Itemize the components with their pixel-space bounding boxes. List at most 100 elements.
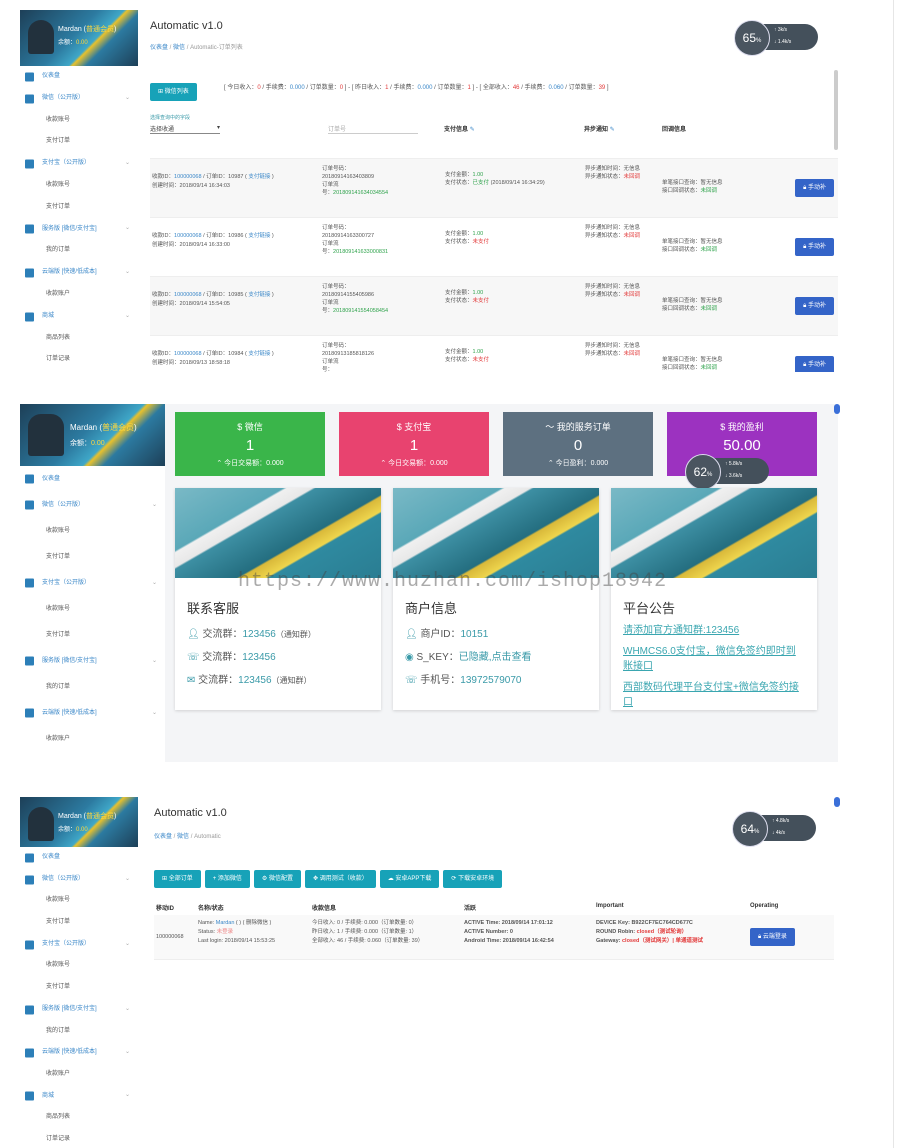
sidebar-item[interactable]: 云端版 [快速/低成本] ⌄	[20, 1042, 138, 1064]
chevron-down-icon: ⌄	[151, 658, 157, 664]
manual-fill-button[interactable]: 🔒︎ 手动补	[795, 297, 834, 315]
dashboard-icon	[25, 474, 34, 484]
sidebar-item[interactable]: 我的订单	[20, 1021, 138, 1043]
toolbar-button[interactable]: ⊞ 全部订单	[154, 870, 201, 888]
col-callback-header: 回调信息	[662, 127, 687, 133]
sidebar-item[interactable]: 支付订单	[20, 197, 138, 219]
sidebar-item-label: 收款账号	[46, 962, 71, 969]
cart-icon	[25, 312, 34, 322]
sidebar-item[interactable]: 我的订单	[20, 240, 138, 262]
sidebar-item[interactable]: 收款账号	[20, 518, 165, 544]
sidebar-item[interactable]: 支付宝（公开版） ⌄	[20, 570, 165, 596]
field-select[interactable]: 选择收通 ▾	[150, 124, 220, 134]
sidebar-item[interactable]: 服务版 [微信/支付宝] ⌄	[20, 999, 138, 1021]
merchant-line: 👤︎ 商户ID：10151	[405, 629, 489, 640]
announcement-link[interactable]: 请添加官方通知群:123456	[611, 617, 817, 638]
sidebar-item[interactable]: 收款账户	[20, 284, 138, 306]
sidebar-item[interactable]: 支付订单	[20, 912, 138, 934]
grid-icon: ⊞	[158, 89, 164, 95]
breadcrumb-wechat[interactable]: 微信	[177, 834, 189, 840]
scrollbar[interactable]	[834, 70, 838, 150]
sidebar-item[interactable]: 仪表盘	[20, 847, 138, 869]
sidebar-item[interactable]: 服务版 [微信/支付宝] ⌄	[20, 648, 165, 674]
sidebar-item[interactable]: 收款账户	[20, 726, 165, 752]
table-row: 收款ID：100000068 / 订单ID：10987 ( 支付链接 ) 创建时间…	[150, 158, 838, 217]
sidebar-item-label: 订单记录	[46, 1135, 71, 1142]
sidebar-item[interactable]: 支付订单	[20, 544, 165, 570]
sidebar-item-label: 仪表盘	[42, 854, 61, 860]
sidebar-item-label: 服务版 [微信/支付宝]	[42, 1005, 97, 1012]
sidebar-item-label: 支付订单	[46, 203, 71, 210]
sidebar-item[interactable]: 云端版 [快速/低成本] ⌄	[20, 262, 138, 284]
phone-icon: ☏	[187, 652, 200, 663]
order-list-screenshot: Mardan (普通会员) 余额：0.00 仪表盘 微信（公开版） ⌄ 收款账号 支付订…	[20, 10, 838, 372]
announcement-link[interactable]: 西部数码代理平台支付宝+微信免签约接口	[611, 674, 817, 710]
sidebar: Mardan (普通会员) 余额：0.00 仪表盘 微信（公开版） ⌄ 收款账号 支付订…	[20, 10, 139, 372]
pay-link[interactable]: 支付链接	[248, 233, 270, 239]
announcement-link[interactable]: WHMCS6.0支付宝，微信免签约即时到账接口	[611, 638, 817, 674]
pay-link[interactable]: 支付链接	[248, 292, 270, 298]
sidebar-item[interactable]: 支付订单	[20, 131, 138, 153]
dashboard-icon	[25, 853, 34, 863]
sidebar-item[interactable]: 收款账号	[20, 110, 138, 132]
toolbar-button[interactable]: ⚙ 微信配置	[253, 870, 301, 888]
sidebar-item[interactable]: 商品列表	[20, 328, 138, 350]
table-row: 100000068 Name: Mardan ( ) ( 删除微信 ) Stat…	[154, 915, 834, 960]
merchant-line[interactable]: ◉ S_KEY：已隐藏,点击查看	[393, 640, 599, 663]
sidebar-item[interactable]: 支付宝（公开版） ⌄	[20, 934, 138, 956]
col-important: Important	[596, 903, 624, 909]
sidebar-item[interactable]: 收款账号	[20, 175, 138, 197]
sidebar-item[interactable]: 收款账号	[20, 596, 165, 622]
sidebar-item[interactable]: 仪表盘	[20, 66, 138, 88]
sidebar-item[interactable]: 服务版 [微信/支付宝] ⌄	[20, 219, 138, 241]
income-stats: [ 今日收入：0 / 手续费：0.000 / 订单数量：0 ] - [ 昨日收入…	[224, 85, 609, 91]
sidebar-item[interactable]: 支付宝（公开版） ⌄	[20, 153, 138, 175]
stat-tile[interactable]: $ 微信 1 ⌃ 今日交易额：0.000	[175, 412, 325, 476]
sidebar-item[interactable]: 订单记录	[20, 1129, 138, 1148]
toolbar-button[interactable]: ☁ 安卓APP下载	[379, 870, 440, 888]
sidebar-item[interactable]: 订单记录	[20, 349, 138, 371]
sidebar-item[interactable]: 我的订单	[20, 674, 165, 700]
order-no-input[interactable]: 订单号	[328, 124, 418, 134]
sidebar-item-label: 收款账号	[46, 897, 71, 904]
manual-fill-button[interactable]: 🔒︎ 手动补	[795, 356, 834, 372]
sidebar-item-label: 支付订单	[46, 919, 71, 926]
sidebar-item[interactable]: 支付订单	[20, 622, 165, 648]
breadcrumb-dashboard[interactable]: 仪表盘	[154, 834, 172, 840]
cloud-login-button[interactable]: 🔒︎ 云端登录	[750, 928, 795, 946]
pay-link[interactable]: 支付链接	[248, 174, 270, 180]
wechat-list-button[interactable]: ⊞ 微信列表	[150, 83, 197, 101]
sidebar-item-label: 仪表盘	[42, 73, 61, 79]
stat-tile[interactable]: 〜 我的服务订单 0 ⌃ 今日盈利：0.000	[503, 412, 653, 476]
sidebar-item[interactable]: 支付订单	[20, 977, 138, 999]
sidebar-item[interactable]: 商城 ⌄	[20, 1086, 138, 1108]
sidebar-item[interactable]: 收款账号	[20, 955, 138, 977]
avatar	[28, 414, 64, 456]
manual-fill-button[interactable]: 🔒︎ 手动补	[795, 179, 834, 197]
toolbar-button[interactable]: ✥ 调用测试（收款）	[305, 870, 376, 888]
pay-link[interactable]: 支付链接	[248, 351, 270, 357]
manual-fill-button[interactable]: 🔒︎ 手动补	[795, 238, 834, 256]
breadcrumb-dashboard[interactable]: 仪表盘	[150, 45, 168, 51]
user-box: Mardan (普通会员) 余额：0.00	[20, 10, 138, 66]
sidebar-item[interactable]: 微信（公开版） ⌄	[20, 88, 138, 110]
sidebar-item[interactable]: 微信（公开版） ⌄	[20, 869, 138, 891]
tile-subtitle: ⌃ 今日交易额：0.000	[216, 460, 284, 467]
sidebar-item[interactable]: 商城 ⌄	[20, 306, 138, 328]
sidebar-item[interactable]: 收款账户	[20, 1064, 138, 1086]
toolbar-button[interactable]: ⟳ 下载安卓环境	[443, 870, 503, 888]
sidebar-item[interactable]: 商品列表	[20, 1107, 138, 1129]
contact-line: ☏ 交流群：123456	[187, 652, 276, 663]
sidebar-item[interactable]: 微信（公开版） ⌄	[20, 492, 165, 518]
sidebar-item-label: 支付宝（公开版）	[42, 580, 91, 586]
toolbar-button[interactable]: + 添加微信	[204, 870, 250, 888]
lock-icon: 🔒︎	[803, 362, 807, 368]
sidebar-item-label: 支付订单	[46, 632, 71, 638]
sidebar-item[interactable]: 仪表盘	[20, 466, 165, 492]
stat-tile[interactable]: $ 支付宝 1 ⌃ 今日交易额：0.000	[339, 412, 489, 476]
sidebar-item[interactable]: 收款账号	[20, 890, 138, 912]
sidebar-item-label: 收款账户	[46, 1070, 71, 1077]
breadcrumb-wechat[interactable]: 微信	[173, 45, 185, 51]
tile-title: $ 微信	[237, 422, 263, 432]
sidebar-item[interactable]: 云端版 [快速/低成本] ⌄	[20, 700, 165, 726]
